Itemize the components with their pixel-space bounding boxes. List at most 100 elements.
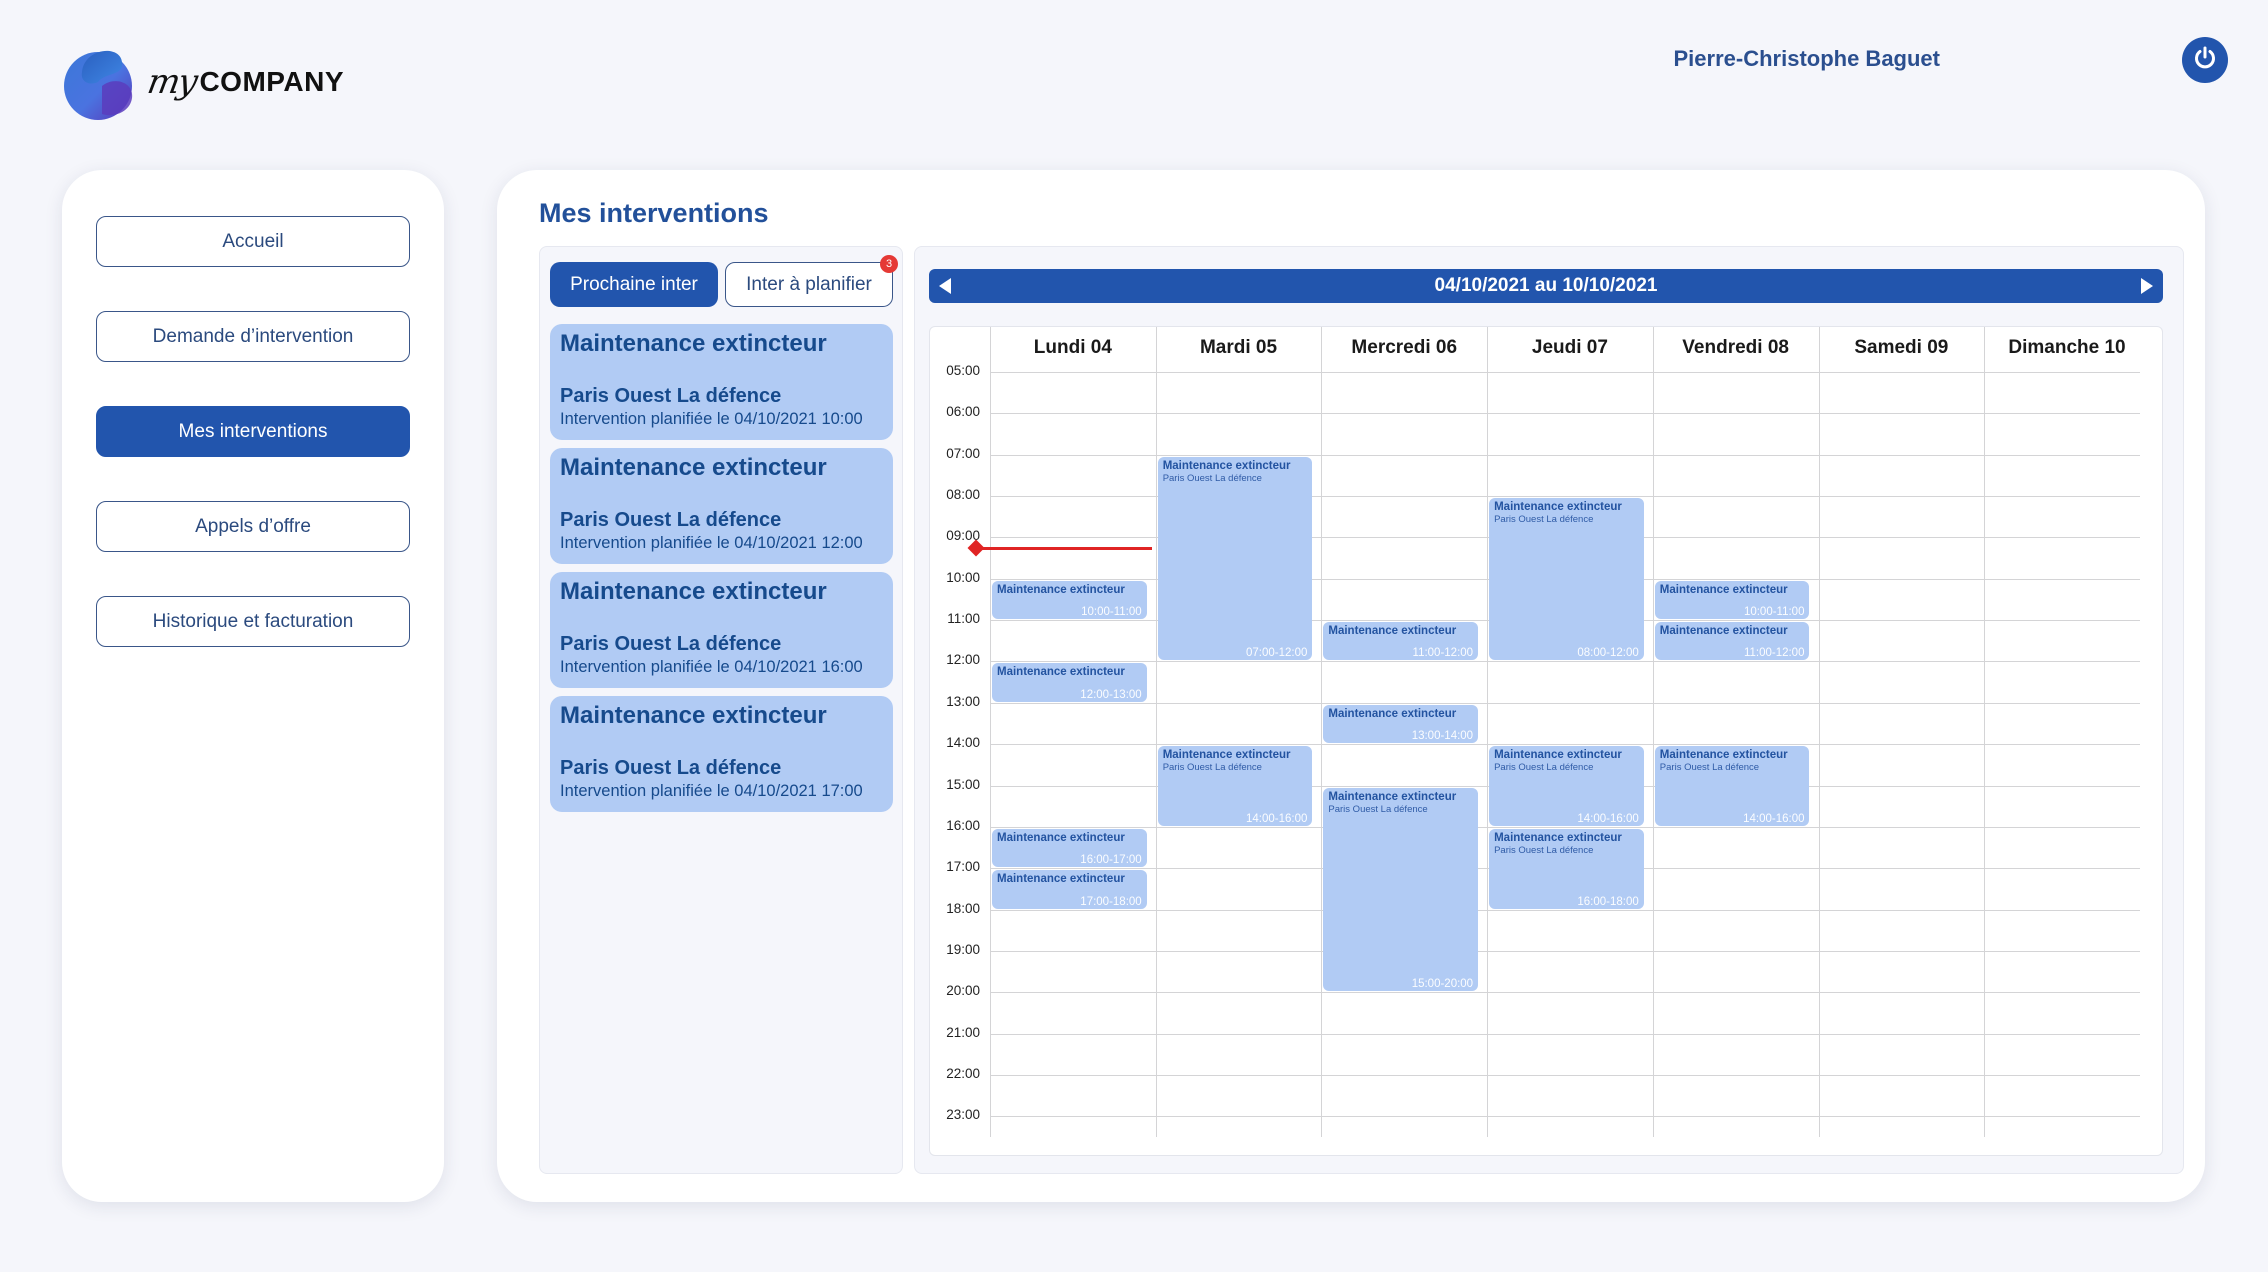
hour-gridline	[990, 1074, 2140, 1076]
hour-gridline	[990, 1033, 2140, 1035]
logo-company-text: COMPANY	[199, 66, 344, 97]
calendar-event[interactable]: Maintenance extincteur 11:00-12:00	[1323, 622, 1479, 661]
tab-inter-a-planifier[interactable]: Inter à planifier 3	[725, 255, 898, 307]
page-title: Mes interventions	[539, 198, 769, 228]
event-title: Maintenance extincteur	[1659, 625, 1788, 638]
calendar-event[interactable]: Maintenance extincteur 17:00-18:00	[992, 870, 1147, 909]
card-date: Intervention planifiée le 04/10/2021 12:…	[560, 534, 863, 552]
day-header: Dimanche 10	[2008, 337, 2126, 358]
hour-gridline	[990, 1116, 2140, 1118]
card-title: Maintenance extincteur	[560, 330, 827, 357]
hour-gridline	[990, 372, 2140, 373]
sidebar-item-accueil[interactable]: Accueil	[96, 216, 410, 267]
calendar-event[interactable]: Maintenance extincteur 12:00-13:00	[992, 663, 1147, 702]
day-header: Jeudi 07	[1531, 337, 1608, 358]
event-title: Maintenance extincteur	[1494, 749, 1622, 762]
hour-label: 10:00	[946, 569, 980, 585]
logout-button[interactable]	[2182, 37, 2228, 83]
main-panel: Mes interventions Prochaine inter Inter …	[497, 170, 2205, 1202]
hour-label: 11:00	[947, 611, 980, 627]
intervention-card[interactable]: Maintenance extincteur Paris Ouest La dé…	[550, 572, 893, 688]
event-time: 12:00-13:00	[1080, 688, 1142, 701]
caret-right-icon[interactable]	[2141, 278, 2153, 294]
hour-gridline	[990, 661, 2140, 663]
sidebar-item-mes-interventions[interactable]: Mes interventions	[96, 406, 410, 457]
event-time: 14:00-16:00	[1245, 812, 1308, 825]
calendar-event[interactable]: Maintenance extincteur Paris Ouest La déf…	[1489, 498, 1644, 661]
user-name: Pierre-Christophe Baguet	[1673, 46, 1941, 71]
event-title: Maintenance extincteur	[1328, 707, 1457, 720]
hour-gridline	[990, 454, 2140, 456]
event-time: 16:00-18:00	[1577, 895, 1639, 908]
hour-gridline	[990, 744, 2140, 746]
week-range: 04/10/2021 au 10/10/2021	[1434, 275, 1658, 296]
calendar-event[interactable]: Maintenance extincteur Paris Ouest La déf…	[1654, 746, 1810, 826]
calendar-event[interactable]: Maintenance extincteur Paris Ouest La déf…	[1157, 456, 1313, 661]
event-title: Maintenance extincteur	[997, 831, 1125, 844]
event-title: Maintenance extincteur	[997, 583, 1125, 596]
sidebar-item-appels-offre[interactable]: Appels d’offre	[96, 501, 410, 552]
event-location: Paris Ouest La défence	[1162, 472, 1262, 484]
event-time: 16:00-17:00	[1080, 854, 1142, 867]
hour-label: 07:00	[946, 445, 980, 461]
hour-label: 17:00	[946, 859, 980, 875]
sidebar-item-demande-intervention[interactable]: Demande d’intervention	[96, 311, 410, 362]
event-time: 11:00-12:00	[1412, 647, 1474, 660]
calendar-event[interactable]: Maintenance extincteur 10:00-11:00	[992, 580, 1147, 620]
calendar-event[interactable]: Maintenance extincteur 11:00-12:00	[1654, 622, 1810, 661]
event-time: 10:00-11:00	[1081, 606, 1142, 619]
day-column-divider	[1155, 327, 1157, 1137]
hour-label: 05:00	[946, 363, 980, 378]
calendar-event[interactable]: Maintenance extincteur 16:00-17:00	[992, 828, 1147, 868]
calendar-event[interactable]: Maintenance extincteur 13:00-14:00	[1323, 704, 1479, 744]
card-title: Maintenance extincteur	[560, 454, 827, 481]
hour-gridline	[990, 413, 2140, 415]
event-title: Maintenance extincteur	[1494, 831, 1622, 844]
card-date: Intervention planifiée le 04/10/2021 17:…	[560, 782, 863, 800]
event-time: 17:00-18:00	[1080, 895, 1142, 908]
calendar-event[interactable]: Maintenance extincteur Paris Ouest La déf…	[1157, 746, 1313, 826]
event-time: 14:00-16:00	[1743, 812, 1805, 825]
event-title: Maintenance extincteur	[997, 666, 1125, 679]
sidebar-item-historique-facturation[interactable]: Historique et facturation	[96, 596, 410, 647]
event-location: Paris Ouest La défence	[1494, 844, 1594, 856]
card-location: Paris Ouest La défence	[560, 385, 782, 407]
calendar-event[interactable]: Maintenance extincteur Paris Ouest La déf…	[1323, 787, 1479, 992]
intervention-card[interactable]: Maintenance extincteur Paris Ouest La dé…	[550, 324, 893, 440]
card-title: Maintenance extincteur	[560, 702, 827, 729]
event-title: Maintenance extincteur	[1328, 625, 1457, 638]
hour-label: 16:00	[946, 817, 980, 833]
event-title: Maintenance extincteur	[1162, 749, 1291, 762]
event-time: 14:00-16:00	[1577, 812, 1639, 825]
power-icon	[2192, 45, 2218, 76]
hour-label: 06:00	[946, 404, 980, 420]
event-title: Maintenance extincteur	[1328, 790, 1457, 803]
intervention-card[interactable]: Maintenance extincteur Paris Ouest La dé…	[550, 696, 893, 812]
logo-my-text: my	[144, 62, 199, 102]
hour-label: 21:00	[946, 1024, 980, 1040]
hour-label: 22:00	[946, 1065, 980, 1081]
event-time: 10:00-11:00	[1743, 606, 1805, 619]
company-logo[interactable]: my COMPANY	[62, 40, 344, 124]
event-location: Paris Ouest La défence	[1494, 762, 1594, 774]
calendar-event[interactable]: Maintenance extincteur Paris Ouest La déf…	[1489, 828, 1644, 909]
day-header: Samedi 09	[1854, 337, 1949, 358]
intervention-card[interactable]: Maintenance extincteur Paris Ouest La dé…	[550, 448, 893, 564]
calendar-event[interactable]: Maintenance extincteur 10:00-11:00	[1654, 580, 1810, 620]
calendar-panel: 04/10/2021 au 10/10/2021 Lundi 04 Mardi 0…	[914, 246, 2184, 1174]
caret-left-icon[interactable]	[939, 278, 951, 294]
hour-label: 19:00	[946, 941, 980, 957]
card-date: Intervention planifiée le 04/10/2021 16:…	[560, 658, 863, 676]
day-header: Mercredi 06	[1351, 337, 1458, 358]
tab-label: Inter à planifier	[746, 273, 872, 295]
event-time: 07:00-12:00	[1245, 647, 1308, 660]
calendar-event[interactable]: Maintenance extincteur Paris Ouest La déf…	[1489, 746, 1644, 826]
hour-gridline	[990, 702, 2140, 704]
day-column-divider	[1984, 327, 1986, 1137]
card-location: Paris Ouest La défence	[560, 757, 782, 779]
tab-prochaine-inter[interactable]: Prochaine inter	[550, 262, 718, 307]
event-time: 15:00-20:00	[1411, 978, 1474, 991]
hour-label: 15:00	[946, 776, 980, 792]
tab-label: Prochaine inter	[570, 273, 698, 295]
day-header: Mardi 05	[1199, 337, 1278, 358]
